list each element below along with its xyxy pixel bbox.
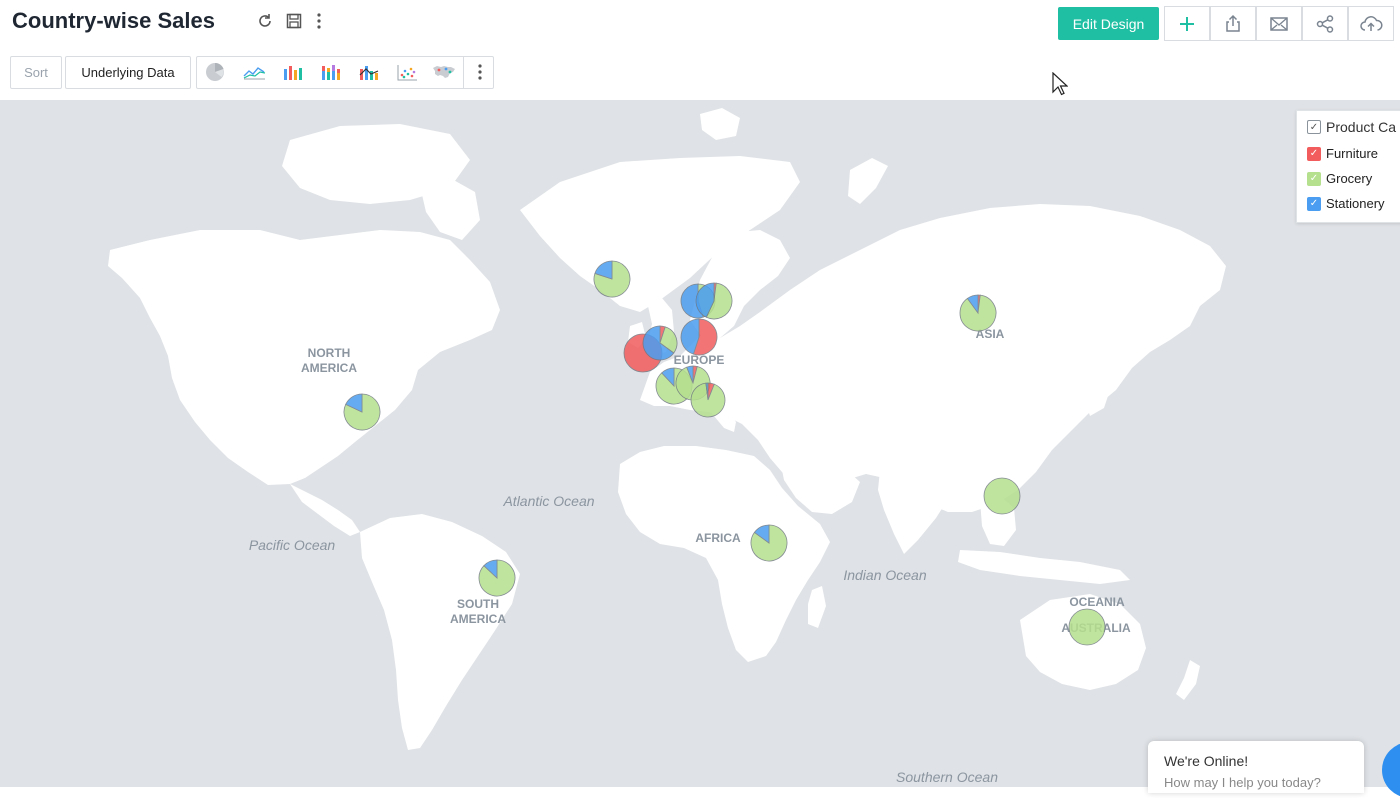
toolbar-divider xyxy=(463,57,464,88)
pie-marker-russia[interactable] xyxy=(959,294,997,332)
label-southern-ocean: Southern Ocean xyxy=(896,769,998,785)
save-icon[interactable] xyxy=(283,10,305,32)
report-title: Country-wise Sales xyxy=(12,8,215,33)
bar-chart-icon[interactable] xyxy=(280,61,306,83)
refresh-icon[interactable] xyxy=(254,10,276,32)
checkbox-icon[interactable]: ✓ xyxy=(1307,196,1321,211)
legend-item-label: Furniture xyxy=(1326,146,1379,161)
combo-bar-chart-icon[interactable] xyxy=(356,61,382,83)
pie-marker-sweden[interactable] xyxy=(695,282,733,320)
map-chart-icon[interactable] xyxy=(431,61,457,83)
more-vertical-icon[interactable] xyxy=(308,10,330,32)
label-indian-ocean: Indian Ocean xyxy=(843,567,926,583)
legend-item-stationery[interactable]: ✓ Stationery xyxy=(1307,196,1385,211)
svalbard xyxy=(700,108,740,140)
line-chart-icon[interactable] xyxy=(241,61,267,83)
pie-marker-italy[interactable] xyxy=(690,382,726,418)
indonesia xyxy=(958,550,1130,584)
land-masses xyxy=(108,108,1226,750)
north-america xyxy=(108,230,500,485)
pie-slice-grocery[interactable] xyxy=(983,477,1021,515)
scatter-chart-icon[interactable] xyxy=(394,61,420,83)
label-oceania: OCEANIA xyxy=(1069,595,1125,609)
legend-item-furniture[interactable]: ✓ Furniture xyxy=(1307,146,1378,161)
stacked-bar-chart-icon[interactable] xyxy=(318,61,344,83)
map-area[interactable]: NORTH AMERICA EUROPE ASIA AFRICA SOUTH A… xyxy=(0,100,1400,787)
chat-prompt: How may I help you today? xyxy=(1164,775,1321,790)
label-north-america-line2: AMERICA xyxy=(301,361,357,375)
label-south-america-line2: AMERICA xyxy=(450,612,506,626)
label-south-america-line1: SOUTH xyxy=(457,597,499,611)
report-header: Country-wise Sales Edit Design Sort Unde… xyxy=(0,0,1400,100)
legend-item-label: Grocery xyxy=(1326,171,1373,186)
label-north-america-line1: NORTH xyxy=(308,346,351,360)
pie-marker-iceland[interactable] xyxy=(593,260,631,298)
novaya-zemlya xyxy=(848,158,888,204)
pie-slice-grocery[interactable] xyxy=(1068,608,1106,646)
legend-header[interactable]: ✓ Product Ca xyxy=(1307,119,1396,135)
baffin-island xyxy=(420,178,480,240)
chart-type-switcher xyxy=(196,56,494,89)
checkbox-icon[interactable]: ✓ xyxy=(1307,146,1321,161)
legend-header-label: Product Ca xyxy=(1326,119,1397,135)
chat-status: We're Online! xyxy=(1164,753,1249,769)
legend: ✓ Product Ca ✓ Furniture ✓ Grocery ✓ Sta… xyxy=(1296,110,1400,223)
mouse-cursor-icon xyxy=(1052,71,1069,101)
more-options-icon[interactable] xyxy=(467,61,493,83)
label-atlantic-ocean: Atlantic Ocean xyxy=(502,493,594,509)
pie-marker-south-america[interactable] xyxy=(478,559,516,597)
label-africa: AFRICA xyxy=(695,531,741,545)
checkbox-icon[interactable]: ✓ xyxy=(1307,171,1321,186)
plus-icon[interactable] xyxy=(1164,6,1210,41)
underlying-data-button[interactable]: Underlying Data xyxy=(65,56,191,89)
checkbox-icon[interactable]: ✓ xyxy=(1307,120,1321,134)
pie-marker-australia[interactable] xyxy=(1068,608,1106,646)
legend-item-grocery[interactable]: ✓ Grocery xyxy=(1307,171,1372,186)
pie-marker-kenya[interactable] xyxy=(750,524,788,562)
new-zealand xyxy=(1176,660,1200,700)
world-map: NORTH AMERICA EUROPE ASIA AFRICA SOUTH A… xyxy=(108,108,1226,785)
label-pacific-ocean: Pacific Ocean xyxy=(249,537,336,553)
south-america xyxy=(360,514,520,750)
pie-chart-icon[interactable] xyxy=(202,61,228,83)
share-icon[interactable] xyxy=(1302,6,1348,41)
cloud-upload-icon[interactable] xyxy=(1348,6,1394,41)
central-america xyxy=(290,484,360,536)
madagascar xyxy=(808,586,826,628)
pie-marker-north-america[interactable] xyxy=(343,393,381,431)
export-icon[interactable] xyxy=(1210,6,1256,41)
pie-marker-united-kingdom[interactable] xyxy=(642,325,678,361)
edit-design-button[interactable]: Edit Design xyxy=(1058,7,1159,40)
pie-marker-germany[interactable] xyxy=(680,318,718,356)
india xyxy=(878,466,950,554)
sort-button[interactable]: Sort xyxy=(10,56,62,89)
chat-widget[interactable]: We're Online! How may I help you today? xyxy=(1148,741,1364,793)
pie-marker-southeast-asia[interactable] xyxy=(983,477,1021,515)
legend-item-label: Stationery xyxy=(1326,196,1385,211)
email-icon[interactable] xyxy=(1256,6,1302,41)
